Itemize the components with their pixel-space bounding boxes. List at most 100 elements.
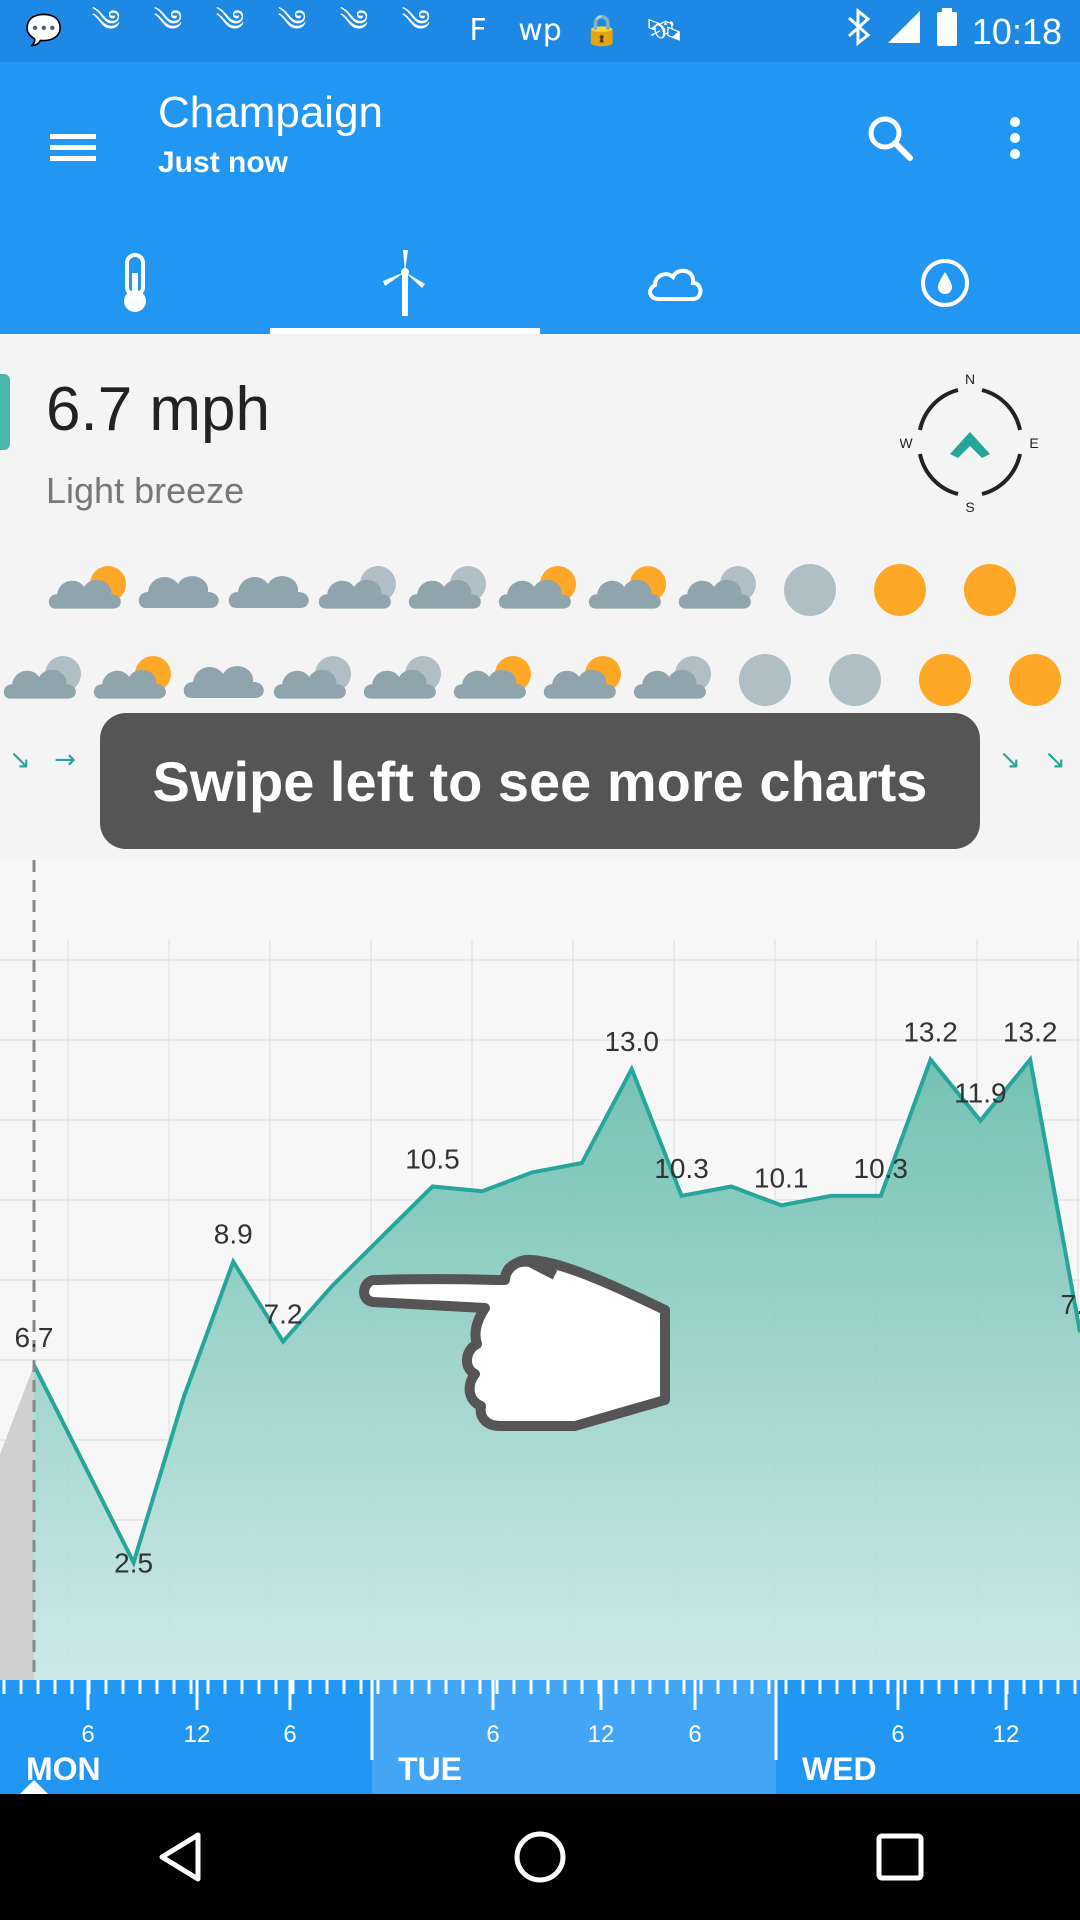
bluetooth-icon: [846, 7, 872, 55]
day-axis: 6 12 6 6 12 6 6 12 MON TUE WED: [0, 1680, 1080, 1794]
wind-icon: ༄: [91, 4, 121, 39]
cloud-icon: [648, 268, 703, 301]
water-drop-icon: [921, 259, 969, 307]
compass-n: N: [965, 371, 975, 387]
tick-label: 6: [688, 1721, 701, 1748]
data-label: 10.3: [854, 1153, 909, 1184]
accent-bar: [0, 374, 10, 450]
compass-s: S: [965, 499, 974, 515]
app-bar: Champaign Just now: [0, 62, 1080, 334]
data-label: 10.5: [405, 1144, 460, 1175]
search-icon: [868, 116, 913, 161]
hamburger-icon: [50, 134, 96, 161]
current-wind: 6.7 mph Light breeze N E S W: [0, 334, 1080, 534]
tick-label: 6: [486, 1721, 499, 1748]
partly-cloudy-icon: [498, 566, 576, 609]
sun-icon: [874, 564, 926, 616]
tick-label: 6: [81, 1721, 94, 1748]
tick-label: 6: [891, 1721, 904, 1748]
compass-icon: N E S W: [900, 371, 1039, 515]
title-block: Champaign Just now: [158, 88, 383, 180]
tab-precipitation[interactable]: [810, 232, 1080, 334]
data-label: 8.9: [214, 1219, 253, 1250]
wind-turbine-icon: [383, 250, 425, 316]
data-label: 13.2: [903, 1017, 958, 1048]
partly-cloudy-icon: [48, 566, 126, 609]
cloudy-icon: [138, 576, 219, 608]
wind-icon: ༄: [401, 4, 431, 39]
status-right: 10:18: [846, 7, 1062, 55]
wind-direction-arrow: ↘: [9, 745, 31, 775]
sun-icon: [964, 564, 1016, 616]
swipe-hint-tooltip[interactable]: Swipe left to see more charts: [100, 713, 980, 849]
partly-cloudy-icon: [588, 566, 666, 609]
mostly-cloudy-icon: [3, 656, 81, 699]
wind-direction-arrow: ↘: [999, 745, 1021, 775]
wind-icon: ༄: [277, 4, 307, 39]
status-bar: 💬 ༄ ༄ ༄ ༄ ༄ ༄ Fwp 🔒 🛰 10:18: [0, 0, 1080, 62]
data-label: 7.2: [264, 1299, 303, 1330]
wind-direction-arrow: ↘: [1044, 745, 1066, 775]
mostly-cloudy-icon: [318, 566, 396, 609]
data-label: 10.3: [654, 1153, 709, 1184]
day-label: MON: [26, 1751, 101, 1787]
message-icon: 💬: [25, 12, 63, 48]
tab-bar: [0, 232, 1080, 334]
wind-icon: ༄: [153, 4, 183, 39]
signal-icon: [886, 9, 922, 54]
overcast-circle-icon: [829, 654, 881, 706]
home-button[interactable]: [490, 1807, 590, 1907]
data-label: 2.5: [114, 1548, 153, 1579]
wind-direction-arrow: [950, 432, 990, 458]
recents-button[interactable]: [850, 1807, 950, 1907]
lock-icon: 🔒: [583, 12, 621, 48]
more-vert-icon: [1010, 117, 1020, 159]
compass-e: E: [1029, 435, 1038, 451]
wp-icon: wp: [518, 12, 562, 48]
system-nav-bar: [0, 1794, 1080, 1920]
wind-direction-arrow: →: [54, 745, 76, 775]
mostly-cloudy-icon: [363, 656, 441, 699]
back-icon: [159, 1832, 201, 1882]
back-button[interactable]: [130, 1807, 230, 1907]
mostly-cloudy-icon: [633, 656, 711, 699]
battery-icon: [936, 8, 958, 55]
partly-cloudy-icon: [543, 656, 621, 699]
tab-clouds[interactable]: [540, 232, 810, 334]
partly-cloudy-icon: [93, 656, 171, 699]
day-label: WED: [802, 1751, 877, 1787]
tick-label: 6: [283, 1721, 296, 1748]
update-time: Just now: [158, 146, 289, 179]
data-label: 13.2: [1003, 1017, 1058, 1048]
search-button[interactable]: [860, 108, 920, 168]
wind-icon: ༄: [215, 4, 245, 39]
notification-icons: 💬 ༄ ༄ ༄ ༄ ༄ ༄ Fwp 🔒 🛰: [22, 4, 686, 50]
tick-label: 12: [993, 1721, 1020, 1748]
sun-icon: [1009, 654, 1061, 706]
data-label: 6.7: [15, 1322, 54, 1353]
cloudy-icon: [228, 576, 309, 608]
overcast-circle-icon: [784, 564, 836, 616]
mostly-cloudy-icon: [273, 656, 351, 699]
more-options-button[interactable]: [990, 108, 1040, 168]
tick-label: 12: [588, 1721, 615, 1748]
clock: 10:18: [971, 10, 1062, 52]
mostly-cloudy-icon: [408, 566, 486, 609]
data-label: 13.0: [604, 1026, 659, 1057]
partly-cloudy-icon: [453, 656, 531, 699]
sun-icon: [919, 654, 971, 706]
data-label: 7.4: [1061, 1289, 1080, 1320]
tab-wind[interactable]: [270, 232, 540, 334]
wind-icon: ༄: [339, 4, 369, 39]
tick-label: 12: [184, 1721, 211, 1748]
day-label: TUE: [398, 1751, 462, 1787]
menu-button[interactable]: [40, 114, 106, 180]
tab-temperature[interactable]: [0, 232, 270, 334]
wind-speed: 6.7 mph: [46, 375, 271, 444]
wind-description: Light breeze: [46, 470, 245, 511]
home-icon: [514, 1831, 566, 1883]
satellite-icon: 🛰: [644, 12, 684, 48]
pointing-hand-icon: [359, 1254, 670, 1431]
flipboard-icon: F: [469, 12, 487, 48]
cloudy-icon: [183, 666, 264, 698]
